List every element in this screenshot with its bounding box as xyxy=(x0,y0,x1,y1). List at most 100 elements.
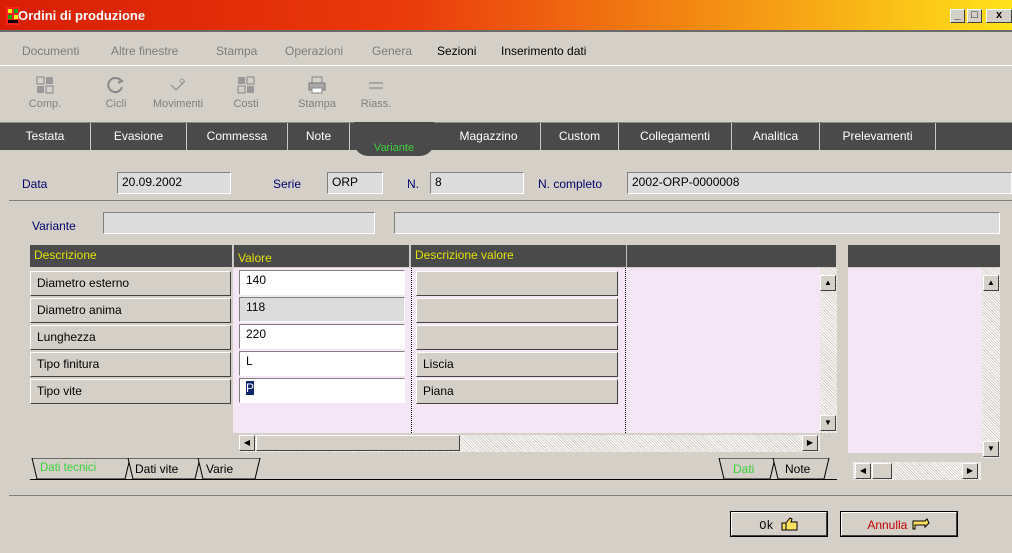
menu-documenti[interactable]: Documenti xyxy=(22,44,79,58)
scroll-down-button[interactable]: ▼ xyxy=(820,415,836,431)
selected-text: P xyxy=(246,381,255,395)
side-scroll-down-button[interactable]: ▼ xyxy=(983,441,999,457)
tab-testata[interactable]: Testata xyxy=(0,123,91,151)
scroll-right-button[interactable]: ▶ xyxy=(802,435,818,451)
scroll-up-button[interactable]: ▲ xyxy=(820,275,836,291)
n-completo-field[interactable]: 2002-ORP-0000008 xyxy=(627,172,1012,194)
tab-note-bottom[interactable]: Note xyxy=(785,462,810,484)
printer-icon xyxy=(308,76,326,94)
ok-button[interactable]: Ok xyxy=(730,511,828,537)
stampa-label: Stampa xyxy=(298,98,336,110)
scroll-thumb[interactable] xyxy=(256,435,460,451)
tab-collegamenti[interactable]: Collegamenti xyxy=(619,123,732,151)
components-icon xyxy=(36,76,54,94)
tab-dati[interactable]: Dati xyxy=(733,462,754,484)
n-label: N. xyxy=(407,177,419,191)
scroll-left-button[interactable]: ◀ xyxy=(239,435,255,451)
side-scroll-thumb[interactable] xyxy=(872,463,892,479)
row-valore-input[interactable]: L xyxy=(239,351,405,376)
row-descrizione-valore[interactable] xyxy=(416,298,618,323)
data-label: Data xyxy=(22,177,48,191)
row-descrizione-valore[interactable]: Liscia xyxy=(416,352,618,377)
tab-note[interactable]: Note xyxy=(288,123,350,151)
serie-label: Serie xyxy=(273,177,302,191)
side-scroll-up-button[interactable]: ▲ xyxy=(983,275,999,291)
side-vertical-scrollbar[interactable] xyxy=(982,268,1000,458)
tab-dati-vite[interactable]: Dati vite xyxy=(135,462,178,484)
tab-custom[interactable]: Custom xyxy=(541,123,619,151)
column-divider xyxy=(625,268,626,433)
section-tabs: Testata Evasione Commessa Note Magazzino… xyxy=(0,122,1012,151)
row-descrizione-valore[interactable] xyxy=(416,271,618,296)
variante-desc-field[interactable] xyxy=(394,212,1000,234)
title-bar[interactable]: Ordini di produzione _ □ x xyxy=(0,0,1012,32)
col-valore-header[interactable]: Valore xyxy=(233,245,409,267)
comp-button[interactable]: Comp. xyxy=(15,75,75,110)
costi-label: Costi xyxy=(233,98,259,110)
window-title: Ordini di produzione xyxy=(18,8,146,23)
menu-bar: Documenti Altre finestre Stampa Operazio… xyxy=(0,34,1012,66)
side-scroll-right-button[interactable]: ▶ xyxy=(962,463,978,479)
col-empty-header xyxy=(626,245,836,267)
col-descrizione-header[interactable]: Descrizione xyxy=(30,245,232,267)
cicli-label: Cicli xyxy=(105,98,127,110)
bottom-divider xyxy=(9,495,1012,496)
tab-variante[interactable]: Variante xyxy=(354,122,434,156)
side-grid-body xyxy=(848,268,982,453)
grid-vertical-scrollbar[interactable] xyxy=(820,268,837,433)
close-button[interactable]: x xyxy=(986,9,1012,23)
tab-varie[interactable]: Varie xyxy=(206,462,233,484)
costs-icon xyxy=(237,76,255,94)
variante-field[interactable] xyxy=(103,212,375,234)
divider xyxy=(9,200,1012,201)
toolbar: Comp. Cicli Movimenti Costi Stampa Riass… xyxy=(0,67,1012,122)
movimenti-button[interactable]: Movimenti xyxy=(148,75,208,110)
menu-sezioni[interactable]: Sezioni xyxy=(437,44,476,58)
row-descrizione-valore[interactable]: Piana xyxy=(416,379,618,404)
row-valore-input[interactable]: 140 xyxy=(239,270,405,295)
n-completo-label: N. completo xyxy=(538,177,603,191)
annulla-button[interactable]: Annulla xyxy=(840,511,958,537)
tab-evasione[interactable]: Evasione xyxy=(91,123,187,151)
movimenti-label: Movimenti xyxy=(152,98,204,110)
column-divider xyxy=(411,268,412,433)
side-scroll-left-button[interactable]: ◀ xyxy=(855,463,871,479)
menu-inserimento-dati[interactable]: Inserimento dati xyxy=(501,44,586,58)
menu-stampa[interactable]: Stampa xyxy=(216,44,257,58)
movements-icon xyxy=(170,78,186,92)
tab-magazzino[interactable]: Magazzino xyxy=(437,123,541,151)
tab-dati-tecnici[interactable]: Dati tecnici xyxy=(40,462,96,484)
hand-cancel-icon xyxy=(912,518,930,530)
cicli-button[interactable]: Cicli xyxy=(86,75,146,110)
menu-operazioni[interactable]: Operazioni xyxy=(285,44,343,58)
row-valore-input[interactable]: P xyxy=(239,378,405,403)
row-valore-input[interactable]: 220 xyxy=(239,324,405,349)
row-valore-input[interactable]: 118 xyxy=(239,297,405,322)
row-descrizione-valore[interactable] xyxy=(416,325,618,350)
stampa-button[interactable]: Stampa xyxy=(287,75,347,110)
col-descrizione-valore-header[interactable]: Descrizione valore xyxy=(410,245,626,267)
maximize-button[interactable]: □ xyxy=(967,9,982,23)
annulla-label: Annulla xyxy=(867,518,908,532)
riass-button[interactable]: Riass. xyxy=(346,75,406,110)
tab-commessa[interactable]: Commessa xyxy=(187,123,288,151)
serie-field[interactable]: ORP xyxy=(327,172,383,194)
n-field[interactable]: 8 xyxy=(430,172,524,194)
side-grid-header xyxy=(848,245,1000,267)
cycle-icon xyxy=(107,77,124,94)
riass-label: Riass. xyxy=(360,98,392,110)
menu-genera[interactable]: Genera xyxy=(372,44,412,58)
row-descrizione[interactable]: Tipo finitura xyxy=(30,352,231,377)
comp-label: Comp. xyxy=(28,98,62,110)
row-descrizione[interactable]: Tipo vite xyxy=(30,379,231,404)
tab-analitica[interactable]: Analitica xyxy=(732,123,820,151)
data-field[interactable]: 20.09.2002 xyxy=(117,172,231,194)
costi-button[interactable]: Costi xyxy=(216,75,276,110)
tab-prelevamenti[interactable]: Prelevamenti xyxy=(820,123,936,151)
row-descrizione[interactable]: Lunghezza xyxy=(30,325,231,350)
row-descrizione[interactable]: Diametro anima xyxy=(30,298,231,323)
menu-altre-finestre[interactable]: Altre finestre xyxy=(111,44,178,58)
minimize-button[interactable]: _ xyxy=(950,9,965,23)
row-descrizione[interactable]: Diametro esterno xyxy=(30,271,231,296)
thumbs-up-icon xyxy=(781,517,798,531)
